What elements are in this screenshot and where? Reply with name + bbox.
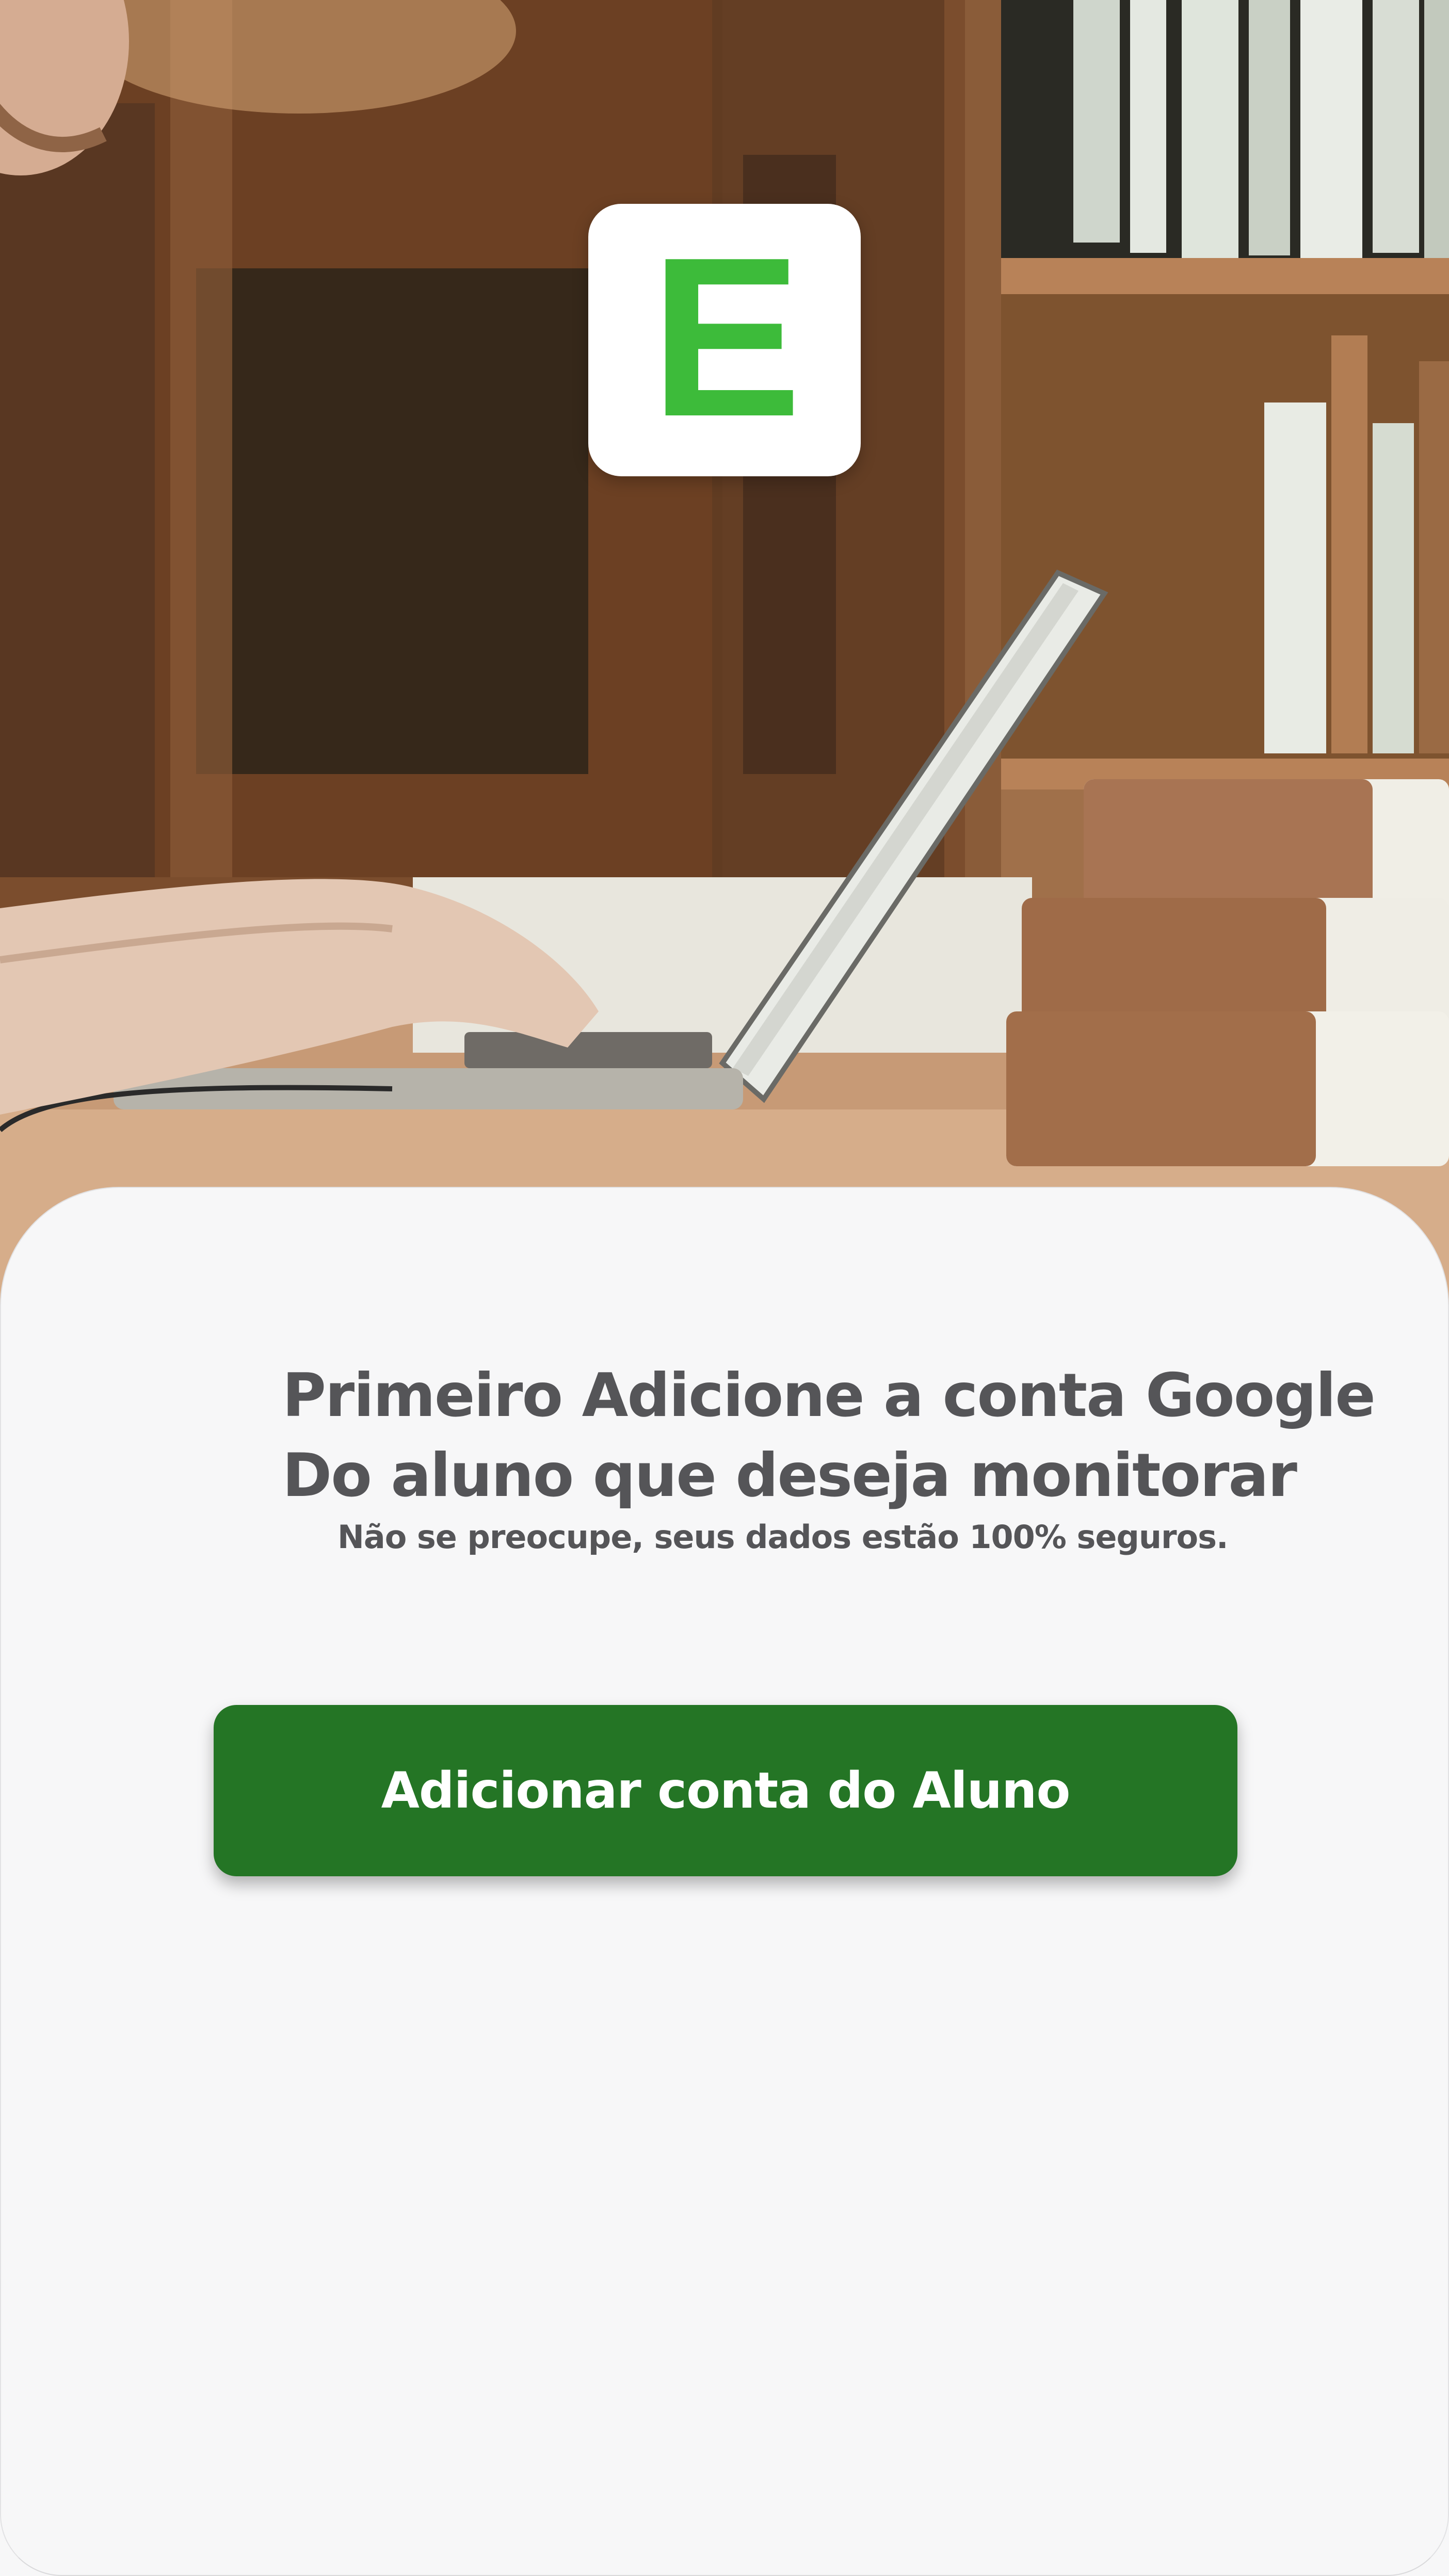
add-student-account-button[interactable]: Adicionar conta do Aluno bbox=[214, 1705, 1237, 1876]
onboarding-screen: E Primeiro Adicione a conta Google Do al… bbox=[0, 0, 1449, 2576]
page-title: Primeiro Adicione a conta Google Do alun… bbox=[282, 1356, 1376, 1516]
app-logo: E bbox=[588, 204, 861, 476]
app-logo-icon: E bbox=[650, 211, 801, 464]
headline-line-1: Primeiro Adicione a conta Google bbox=[282, 1361, 1376, 1430]
content-card: Primeiro Adicione a conta Google Do alun… bbox=[0, 1187, 1449, 2576]
headline-line-2: Do aluno que deseja monitorar bbox=[282, 1441, 1297, 1510]
hero-image bbox=[0, 0, 1449, 1321]
security-note: Não se preocupe, seus dados estão 100% s… bbox=[337, 1518, 1229, 1556]
hero-illustration bbox=[0, 0, 1449, 1321]
